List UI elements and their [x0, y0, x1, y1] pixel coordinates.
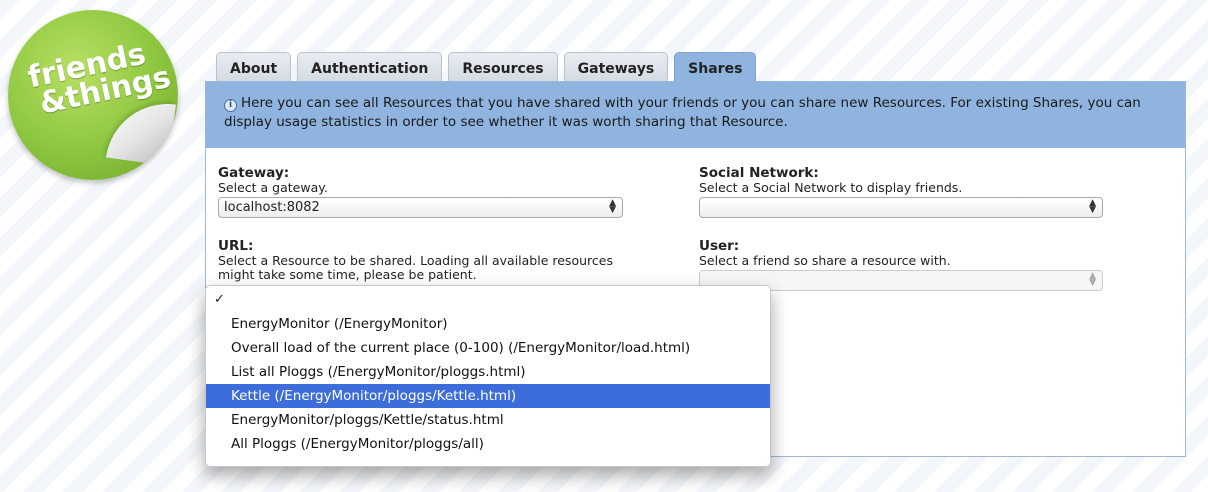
gateway-label: Gateway: — [218, 165, 290, 181]
menu-item[interactable]: All Ploggs (/EnergyMonitor/ploggs/all) — [206, 432, 770, 456]
info-icon: i — [224, 99, 237, 112]
tab-authentication[interactable]: Authentication — [297, 52, 443, 82]
gateway-select[interactable]: localhost:8082 ▲ ▼ — [218, 197, 623, 218]
tab-resources[interactable]: Resources — [448, 52, 558, 82]
social-network-hint: Select a Social Network to display frien… — [699, 180, 963, 195]
info-bar: i Here you can see all Resources that you… — [206, 82, 1185, 148]
tab-bar: About Authentication Resources Gateways … — [216, 52, 757, 83]
tab-gateways[interactable]: Gateways — [563, 52, 669, 82]
gateway-select-value: localhost:8082 — [224, 200, 320, 215]
friends-things-logo: friends &things — [8, 10, 178, 180]
menu-item[interactable]: Overall load of the current place (0-100… — [206, 336, 770, 360]
checkmark-icon: ✓ — [214, 292, 225, 307]
select-arrows-icon: ▲ ▼ — [1089, 271, 1096, 288]
social-network-select[interactable]: ▲ ▼ — [699, 197, 1103, 218]
menu-item[interactable]: List all Ploggs (/EnergyMonitor/ploggs.h… — [206, 360, 770, 384]
social-network-label: Social Network: — [699, 165, 819, 181]
url-hint: Select a Resource to be shared. Loading … — [218, 253, 613, 282]
url-field: URL: Select a Resource to be shared. Loa… — [218, 238, 638, 282]
logo-page-curl — [105, 95, 177, 167]
menu-item[interactable]: EnergyMonitor/ploggs/Kettle/status.html — [206, 408, 770, 432]
tab-shares[interactable]: Shares — [674, 52, 757, 83]
select-arrows-icon: ▲ ▼ — [609, 198, 616, 215]
select-arrows-icon: ▲ ▼ — [1089, 198, 1096, 215]
menu-item-selected[interactable]: Kettle (/EnergyMonitor/ploggs/Kettle.htm… — [206, 384, 770, 408]
social-network-field: Social Network: Select a Social Network … — [699, 165, 1103, 218]
user-hint: Select a friend so share a resource with… — [699, 253, 951, 268]
info-text: Here you can see all Resources that you … — [224, 95, 1141, 130]
menu-item[interactable]: EnergyMonitor (/EnergyMonitor) — [206, 312, 770, 336]
url-label: URL: — [218, 238, 254, 254]
user-field: User: Select a friend so share a resourc… — [699, 238, 1103, 291]
tab-about[interactable]: About — [216, 52, 292, 82]
gateway-hint: Select a gateway. — [218, 180, 328, 195]
user-label: User: — [699, 238, 740, 254]
url-dropdown-menu: ✓ EnergyMonitor (/EnergyMonitor) Overall… — [205, 285, 771, 467]
gateway-field: Gateway: Select a gateway. localhost:808… — [218, 165, 623, 218]
